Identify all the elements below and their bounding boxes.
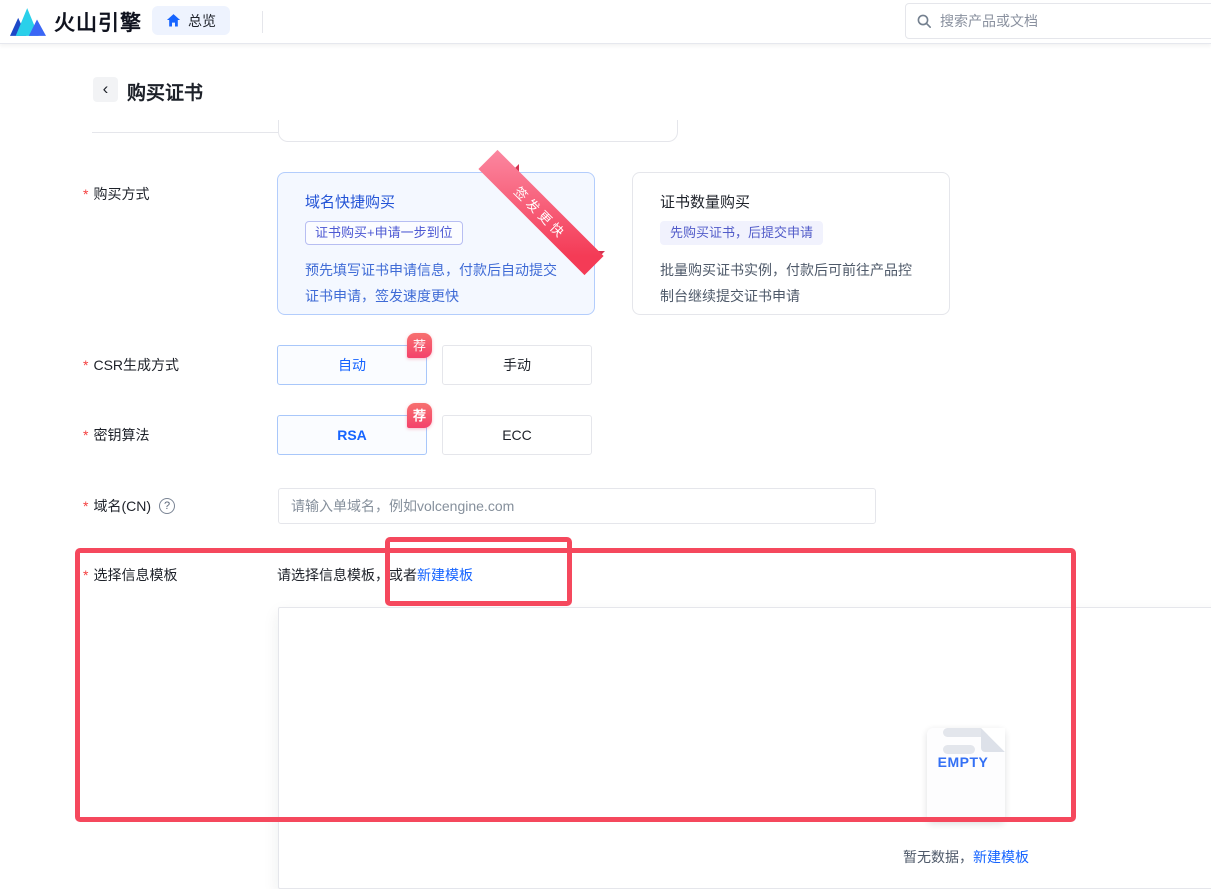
purchase-card-quantity[interactable]: 证书数量购买 先购买证书，后提交申请 批量购买证书实例，付款后可前往产品控制台继…	[632, 172, 950, 315]
required-asterisk: *	[83, 357, 88, 373]
global-search[interactable]	[905, 3, 1211, 39]
purchase-card-domain-quick[interactable]: 域名快捷购买 证书购买+申请一步到位 预先填写证书申请信息，付款后自动提交证书申…	[277, 172, 595, 315]
brand-logo[interactable]: 火山引擎	[10, 7, 142, 37]
folded-corner-icon	[981, 728, 1005, 752]
purchase-card-tag: 先购买证书，后提交申请	[660, 221, 823, 245]
required-asterisk: *	[83, 498, 88, 514]
purchase-card-tag: 证书购买+申请一步到位	[305, 221, 463, 245]
recommend-badge: 荐	[407, 403, 432, 428]
create-template-link[interactable]: 新建模板	[973, 849, 1029, 865]
search-input[interactable]	[940, 13, 1211, 29]
purchase-method-label: * 购买方式	[83, 184, 149, 204]
create-template-link[interactable]: 新建模板	[417, 567, 473, 583]
csr-option-auto[interactable]: 自动 荐	[277, 345, 427, 385]
topbar-divider	[262, 11, 263, 33]
ribbon-fold-icon	[510, 164, 519, 173]
brand-name: 火山引擎	[54, 7, 142, 37]
clipped-row-divider	[92, 132, 278, 133]
nav-overview-button[interactable]: 总览	[152, 6, 230, 35]
purchase-card-desc: 批量购买证书实例，付款后可前往产品控制台继续提交证书申请	[660, 257, 922, 309]
purchase-card-title: 证书数量购买	[660, 191, 922, 212]
empty-document-icon: EMPTY	[927, 728, 1005, 822]
template-select-trigger[interactable]: 请选择信息模板，或者新建模板	[277, 565, 473, 585]
empty-caption: 暂无数据，新建模板	[886, 847, 1046, 867]
required-asterisk: *	[83, 567, 88, 583]
volcengine-mountain-icon	[10, 7, 46, 37]
key-algorithm-option-rsa[interactable]: RSA 荐	[277, 415, 427, 455]
search-icon	[916, 13, 932, 29]
template-prompt-text: 请选择信息模板，或者	[277, 567, 417, 583]
template-select-label: * 选择信息模板	[83, 565, 177, 585]
key-algorithm-label: * 密钥算法	[83, 425, 149, 445]
template-dropdown-panel: EMPTY 暂无数据，新建模板	[278, 607, 1211, 889]
nav-overview-label: 总览	[188, 11, 216, 31]
clipped-input-field[interactable]	[278, 120, 678, 142]
no-data-text: 暂无数据，	[903, 849, 973, 865]
purchase-card-title: 域名快捷购买	[305, 191, 567, 212]
page-title: 购买证书	[127, 78, 203, 105]
chevron-left-icon: ‹	[103, 80, 109, 97]
empty-state: EMPTY 暂无数据，新建模板	[886, 672, 1046, 867]
recommend-badge: 荐	[407, 333, 432, 358]
required-asterisk: *	[83, 186, 88, 202]
placeholder-line	[943, 745, 975, 754]
home-icon	[166, 13, 181, 28]
ribbon-fold-icon	[596, 251, 605, 260]
domain-input[interactable]	[278, 488, 876, 524]
key-algorithm-option-ecc[interactable]: ECC	[442, 415, 592, 455]
top-navigation-bar: 火山引擎 总览	[0, 0, 1211, 44]
required-asterisk: *	[83, 427, 88, 443]
csr-method-label: * CSR生成方式	[83, 355, 179, 375]
back-button[interactable]: ‹	[93, 77, 118, 102]
help-question-icon[interactable]: ?	[159, 498, 175, 514]
csr-option-manual[interactable]: 手动	[442, 345, 592, 385]
domain-label: * 域名(CN) ?	[83, 496, 175, 516]
purchase-card-desc: 预先填写证书申请信息，付款后自动提交证书申请，签发速度更快	[305, 257, 567, 309]
empty-badge-text: EMPTY	[927, 754, 999, 770]
